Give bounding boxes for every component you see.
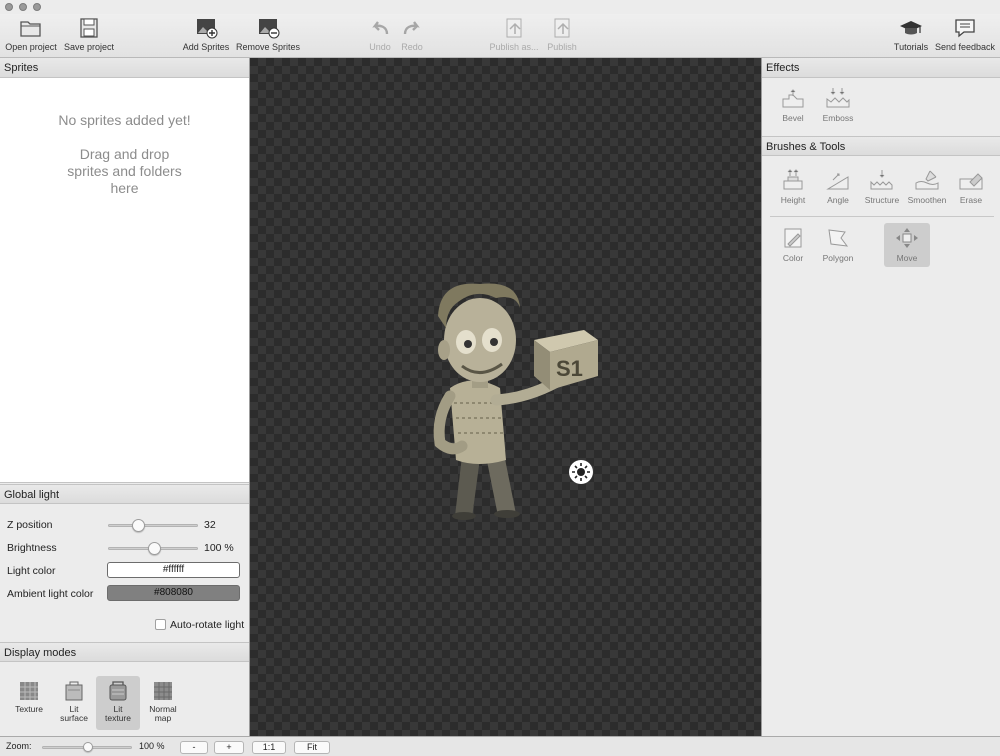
send-feedback-button[interactable]: Send feedback [934, 16, 996, 56]
light-color-well[interactable]: #ffffff [107, 562, 240, 578]
normal-map-mode-button[interactable]: Normal map [141, 676, 185, 730]
emboss-button[interactable]: Emboss [815, 86, 861, 123]
main-toolbar: Open project Save project Add Sprites Re… [0, 14, 1000, 58]
brightness-slider[interactable] [108, 542, 198, 555]
sprites-header: Sprites [0, 58, 249, 78]
light-color-row: Light color #ffffff [7, 562, 247, 580]
empty-message: No sprites added yet! [58, 112, 191, 128]
erase-tool-button[interactable]: Erase [948, 168, 994, 205]
undo-button[interactable]: Undo [366, 16, 394, 56]
color-tool-button[interactable]: Color [770, 226, 816, 263]
zoom-out-button[interactable]: - [180, 741, 208, 754]
redo-icon [403, 21, 420, 35]
light-color-label: Light color [7, 565, 56, 577]
zoom-slider[interactable] [42, 742, 132, 752]
speech-bubble-icon [955, 19, 975, 38]
ambient-color-label: Ambient light color [7, 588, 94, 600]
drag-drop-hint-2: sprites and folders [67, 163, 182, 179]
structure-icon [870, 170, 893, 190]
z-position-knob[interactable] [132, 519, 146, 532]
z-position-label: Z position [7, 519, 53, 531]
auto-rotate-row: Auto-rotate light [7, 616, 247, 634]
add-image-icon [197, 19, 218, 39]
smoothen-tool-button[interactable]: Smoothen [904, 168, 950, 205]
publish-button[interactable]: Publish [544, 16, 580, 56]
polygon-icon [828, 229, 849, 247]
tutorials-button[interactable]: Tutorials [892, 16, 930, 56]
polygon-tool-button[interactable]: Polygon [815, 226, 861, 263]
publish-as-icon [506, 18, 522, 38]
zoom-window-button[interactable] [33, 3, 41, 11]
zoom-knob[interactable] [83, 742, 93, 752]
folder-icon [20, 21, 41, 37]
move-tool-button[interactable]: Move [884, 223, 930, 267]
drag-drop-hint-3: here [110, 180, 139, 196]
lit-texture-mode-button[interactable]: Lit texture [96, 676, 140, 730]
emboss-icon [826, 88, 850, 108]
right-panel: Effects Bevel Emboss Brushes & Tools Hei… [761, 58, 1000, 736]
height-tool-button[interactable]: Height [770, 168, 816, 205]
auto-rotate-label: Auto-rotate light [170, 619, 245, 631]
remove-sprites-button[interactable]: Remove Sprites [236, 16, 300, 56]
eraser-icon [959, 173, 983, 190]
left-panel: Sprites No sprites added yet! Drag and d… [0, 58, 250, 736]
z-position-row: Z position 32 [7, 516, 247, 534]
lit-surface-mode-button[interactable]: Lit surface [52, 676, 96, 730]
graduation-cap-icon [900, 21, 922, 35]
light-source-handle[interactable] [567, 458, 595, 486]
move-arrows-icon [896, 228, 918, 248]
ambient-color-row: Ambient light color #808080 [7, 585, 247, 603]
lit-surface-icon [65, 681, 83, 701]
sprite-canvas[interactable]: S1 [250, 58, 761, 736]
structure-tool-button[interactable]: Structure [859, 168, 905, 205]
add-sprites-button[interactable]: Add Sprites [180, 16, 232, 56]
drag-drop-hint-1: Drag and drop [79, 146, 170, 162]
save-project-button[interactable]: Save project [62, 16, 116, 56]
undo-icon [372, 21, 389, 35]
brightness-value: 100 % [204, 542, 234, 554]
box-label: S1 [556, 356, 583, 381]
redo-button[interactable]: Redo [398, 16, 426, 56]
brightness-knob[interactable] [147, 542, 161, 555]
zoom-in-button[interactable]: + [214, 741, 244, 754]
brightness-row: Brightness 100 % [7, 539, 247, 557]
publish-as-button[interactable]: Publish as... [488, 16, 540, 56]
zoom-1-to-1-button[interactable]: 1:1 [252, 741, 286, 754]
floppy-disk-icon [80, 18, 98, 38]
lit-texture-icon [109, 681, 127, 701]
publish-icon [554, 18, 570, 38]
smoothen-icon [915, 170, 939, 190]
angle-tool-button[interactable]: Angle [815, 168, 861, 205]
status-bar: Zoom: 100 % - + 1:1 Fit [0, 736, 1000, 756]
minimize-window-button[interactable] [19, 3, 27, 11]
z-position-slider[interactable] [108, 519, 198, 532]
zoom-fit-button[interactable]: Fit [294, 741, 330, 754]
bevel-button[interactable]: Bevel [770, 86, 816, 123]
sprites-drop-area[interactable]: No sprites added yet! Drag and drop spri… [0, 78, 249, 483]
ambient-color-well[interactable]: #808080 [107, 585, 240, 601]
tools-divider [770, 216, 994, 217]
brightness-label: Brightness [7, 542, 57, 554]
brushes-header: Brushes & Tools [762, 136, 1000, 156]
normal-map-icon [154, 682, 172, 700]
open-project-button[interactable]: Open project [4, 16, 58, 56]
auto-rotate-checkbox[interactable] [155, 619, 166, 630]
height-icon [783, 169, 803, 190]
texture-icon [20, 682, 38, 700]
close-window-button[interactable] [5, 3, 13, 11]
character-sprite[interactable]: S1 [250, 58, 761, 736]
effects-header: Effects [762, 58, 1000, 78]
remove-image-icon [259, 19, 280, 39]
bevel-icon [782, 89, 804, 108]
angle-icon [826, 173, 849, 190]
display-modes-bar: Texture Lit surface Lit texture Normal m… [0, 662, 249, 736]
texture-mode-button[interactable]: Texture [7, 676, 51, 730]
zoom-value: 100 % [139, 741, 165, 751]
display-modes-header: Display modes [0, 642, 249, 662]
title-bar [0, 0, 1000, 14]
z-position-value: 32 [204, 519, 216, 531]
global-light-header: Global light [0, 484, 249, 504]
zoom-label: Zoom: [6, 741, 32, 751]
color-brush-icon [784, 228, 802, 248]
